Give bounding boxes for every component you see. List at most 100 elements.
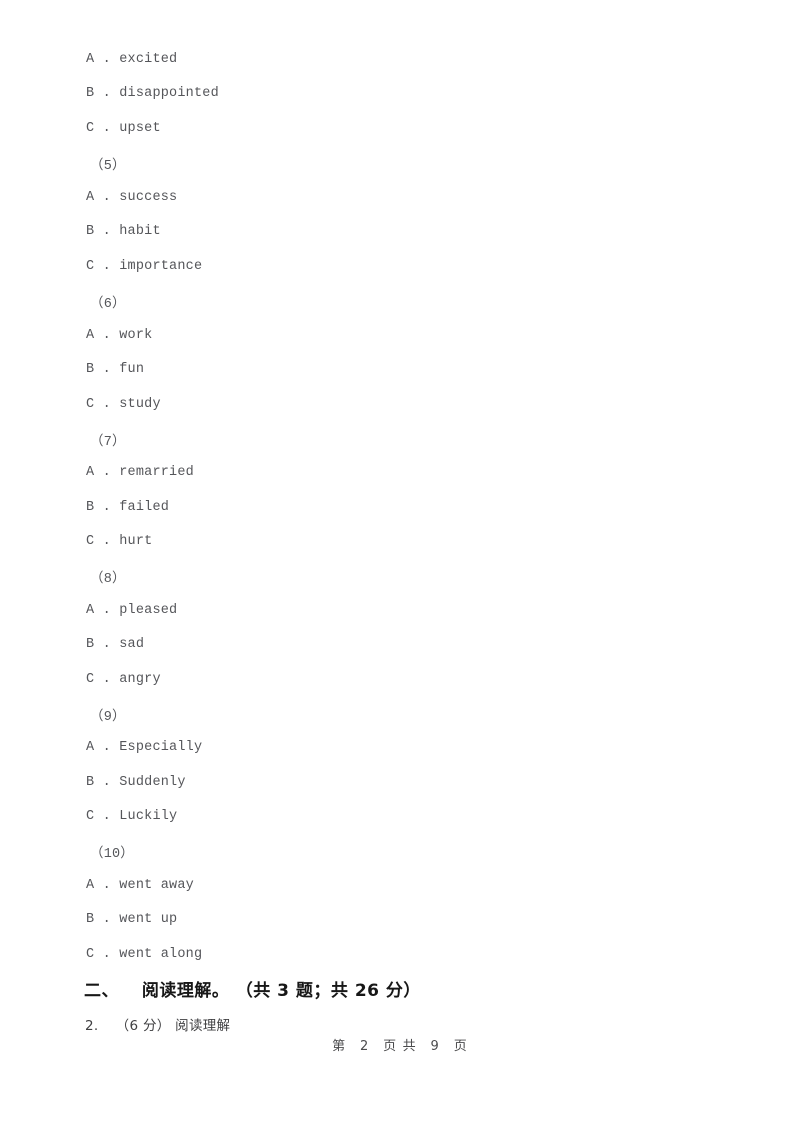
option-text: went up	[119, 912, 178, 927]
blank-number: （7）	[90, 435, 126, 450]
blank-number: （5）	[90, 159, 126, 174]
footer-prefix: 第	[332, 1039, 347, 1054]
option-separator: .	[102, 740, 111, 755]
answer-option: B . went up	[0, 912, 800, 927]
option-text: work	[119, 328, 153, 343]
option-text: excited	[119, 52, 178, 67]
option-text: Luckily	[119, 809, 178, 824]
section-heading-title: 阅读理解。	[141, 981, 230, 1001]
option-separator: .	[102, 328, 111, 343]
option-letter: C	[86, 121, 95, 136]
option-separator: .	[102, 878, 111, 893]
answer-option: A . excited	[0, 52, 800, 67]
option-separator: .	[102, 121, 111, 136]
answer-option: B . Suddenly	[0, 775, 800, 790]
option-letter: C	[86, 809, 95, 824]
question-text: 阅读理解	[175, 1018, 231, 1034]
option-letter: C	[86, 672, 95, 687]
option-separator: .	[102, 190, 111, 205]
answer-option: B . sad	[0, 637, 800, 652]
option-letter: B	[86, 637, 95, 652]
option-letter: A	[86, 740, 95, 755]
option-letter: C	[86, 259, 95, 274]
answer-option: A . Especially	[0, 740, 800, 755]
blank-number-label: （6）	[0, 291, 800, 312]
option-letter: A	[86, 878, 95, 893]
section-heading: 二、 阅读理解。 （共 3 题；共 26 分）	[0, 976, 421, 1001]
option-separator: .	[102, 534, 111, 549]
blank-number-label: （5）	[0, 153, 800, 174]
blank-number-label: （9）	[0, 704, 800, 725]
answer-option: B . fun	[0, 362, 800, 377]
option-separator: .	[102, 224, 111, 239]
option-text: fun	[119, 362, 145, 377]
question-number: 2.	[85, 1018, 99, 1034]
footer-total-pages: 9	[430, 1039, 441, 1054]
option-text: angry	[119, 672, 161, 687]
option-text: upset	[119, 121, 161, 136]
option-text: importance	[119, 259, 203, 274]
option-letter: C	[86, 397, 95, 412]
blank-number: （9）	[90, 710, 126, 725]
option-separator: .	[102, 259, 111, 274]
option-text: pleased	[119, 603, 178, 618]
answer-option: C . upset	[0, 121, 800, 136]
answer-option: A . went away	[0, 878, 800, 893]
option-text: went along	[119, 947, 203, 962]
question-stem: 2. （6 分） 阅读理解	[0, 1014, 230, 1034]
option-separator: .	[102, 672, 111, 687]
option-letter: C	[86, 947, 95, 962]
option-text: hurt	[119, 534, 153, 549]
answer-option: A . success	[0, 190, 800, 205]
answer-option: B . habit	[0, 224, 800, 239]
answer-option: C . importance	[0, 259, 800, 274]
answer-option: A . remarried	[0, 465, 800, 480]
option-letter: C	[86, 534, 95, 549]
option-text: remarried	[119, 465, 194, 480]
answer-option: C . angry	[0, 672, 800, 687]
option-letter: B	[86, 362, 95, 377]
section-heading-number: 二、	[84, 981, 119, 1001]
option-separator: .	[102, 775, 111, 790]
blank-number-label: （7）	[0, 429, 800, 450]
answer-option: C . study	[0, 397, 800, 412]
option-text: disappointed	[119, 86, 219, 101]
option-letter: A	[86, 328, 95, 343]
option-letter: A	[86, 52, 95, 67]
answer-option: B . disappointed	[0, 86, 800, 101]
answer-option: C . went along	[0, 947, 800, 962]
option-letter: A	[86, 603, 95, 618]
option-separator: .	[102, 86, 111, 101]
blank-number: （8）	[90, 572, 126, 587]
option-separator: .	[102, 397, 111, 412]
option-text: failed	[119, 500, 170, 515]
answer-option: C . hurt	[0, 534, 800, 549]
option-letter: B	[86, 775, 95, 790]
footer-suffix: 页	[453, 1039, 468, 1054]
answer-option: A . pleased	[0, 603, 800, 618]
option-text: Especially	[119, 740, 203, 755]
page-footer: 第 2 页 共 9 页	[0, 1035, 800, 1054]
option-letter: B	[86, 500, 95, 515]
option-separator: .	[102, 912, 111, 927]
answer-option: B . failed	[0, 500, 800, 515]
blank-number-label: （8）	[0, 566, 800, 587]
option-separator: .	[102, 637, 111, 652]
option-separator: .	[102, 500, 111, 515]
option-text: Suddenly	[119, 775, 186, 790]
option-separator: .	[102, 603, 111, 618]
option-letter: A	[86, 190, 95, 205]
option-letter: B	[86, 86, 95, 101]
option-text: sad	[119, 637, 145, 652]
option-separator: .	[102, 362, 111, 377]
answer-option: C . Luckily	[0, 809, 800, 824]
option-text: success	[119, 190, 178, 205]
option-text: went away	[119, 878, 194, 893]
option-text: habit	[119, 224, 161, 239]
blank-number: （10）	[90, 847, 135, 862]
blank-number: （6）	[90, 297, 126, 312]
document-page: A . excited B . disappointed C . upset （5） A…	[0, 0, 800, 1132]
option-letter: B	[86, 224, 95, 239]
option-separator: .	[102, 465, 111, 480]
question-score: （6 分）	[115, 1018, 171, 1034]
